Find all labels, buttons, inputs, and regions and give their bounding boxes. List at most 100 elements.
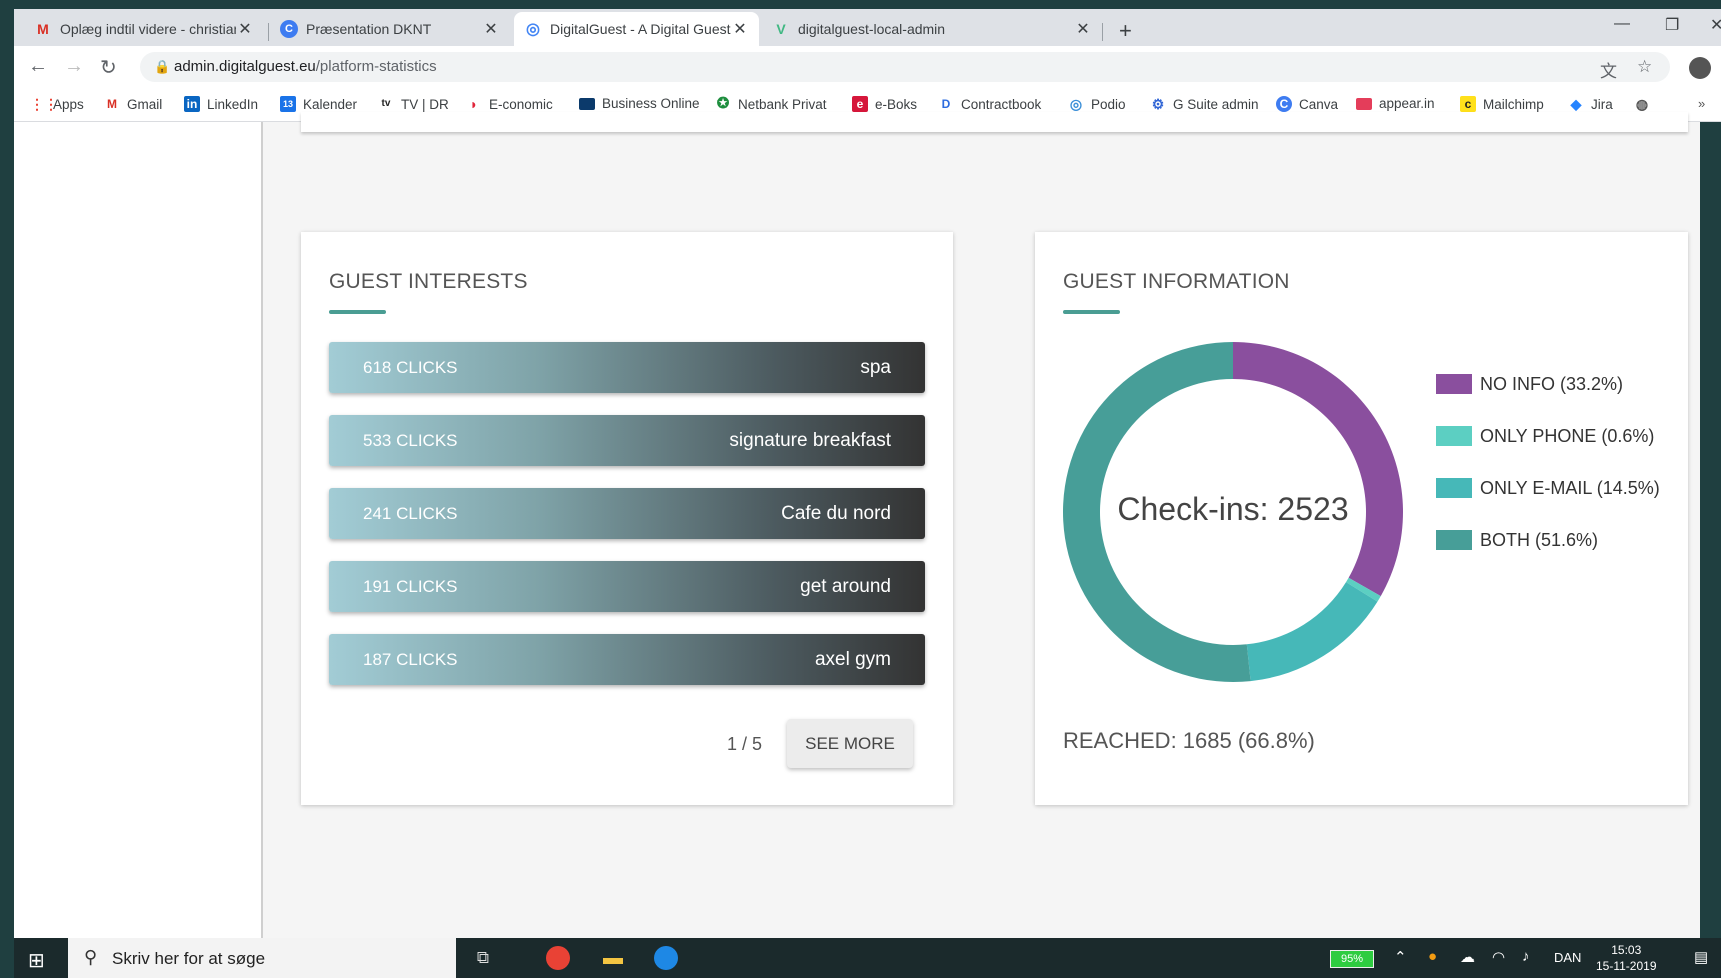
bookmark-mailchimp[interactable]: c Mailchimp — [1460, 96, 1544, 112]
tab-separator — [1102, 23, 1103, 41]
forward-icon[interactable]: → — [64, 55, 84, 78]
donut-slice[interactable] — [1233, 342, 1403, 597]
browser-toolbar: ← → ↻ 🔒 admin.digitalguest.eu/platform-s… — [14, 46, 1721, 88]
legend-swatch — [1436, 478, 1472, 498]
language-indicator[interactable]: DAN — [1554, 950, 1581, 965]
legend-swatch — [1436, 426, 1472, 446]
tab-gmail[interactable]: M Oplæg indtil videre - christian@d ✕ — [24, 12, 264, 46]
tv-icon: tv — [381, 98, 391, 109]
bookmark-kalender[interactable]: 13 Kalender — [280, 96, 357, 112]
tab-title: Oplæg indtil videre - christian@d — [60, 21, 236, 37]
tab-digitalguest[interactable]: ◎ DigitalGuest - A Digital Guestbo ✕ — [514, 12, 759, 46]
legend-item[interactable]: BOTH (51.6%) — [1436, 528, 1598, 552]
browser-tab-strip: M Oplæg indtil videre - christian@d ✕ C … — [14, 9, 1721, 46]
interest-row[interactable]: 618 CLICKS spa — [329, 342, 925, 393]
bookmark-label: G Suite admin — [1173, 96, 1259, 112]
bookmark-label: Jira — [1591, 96, 1613, 112]
guest-interests-card: GUEST INTERESTS 618 CLICKS spa 533 CLICK… — [301, 232, 953, 805]
bookmark-label: Mailchimp — [1483, 96, 1544, 112]
bookmark-gmail[interactable]: M Gmail — [104, 96, 162, 112]
bookmark-label: Business Online — [602, 96, 700, 111]
bookmark-canva[interactable]: C Canva — [1276, 96, 1338, 112]
task-view-icon[interactable]: ⧉ — [470, 946, 496, 970]
see-more-button[interactable]: SEE MORE — [787, 719, 913, 768]
app-icon[interactable] — [654, 946, 678, 970]
tray-app-icon[interactable]: ● — [1428, 948, 1437, 965]
volume-icon[interactable]: ♪ — [1522, 948, 1530, 965]
legend-label: BOTH (51.6%) — [1480, 529, 1599, 550]
tab-separator — [268, 23, 269, 41]
new-tab-button[interactable]: + — [1119, 18, 1132, 44]
back-icon[interactable]: ← — [28, 55, 48, 78]
bookmark-netbank[interactable]: ✪ Netbank Privat — [715, 96, 827, 112]
app-sidebar — [14, 122, 263, 938]
bookmark-label: appear.in — [1379, 96, 1435, 111]
donut-center-label: Check-ins: 2523 — [1117, 491, 1348, 527]
tab-title: digitalguest-local-admin — [798, 21, 946, 37]
tab-presentation[interactable]: C Præsentation DKNT ✕ — [270, 12, 510, 46]
bookmark-podio[interactable]: ◎ Podio — [1068, 96, 1126, 112]
legend-item[interactable]: ONLY E-MAIL (14.5%) — [1436, 476, 1660, 500]
search-icon: ⚲ — [84, 947, 98, 967]
e-conomic-icon: ◗ — [469, 96, 479, 112]
reached-stat: REACHED: 1685 (66.8%) — [1063, 728, 1315, 753]
notifications-icon[interactable]: ▤ — [1694, 948, 1708, 966]
legend-item[interactable]: NO INFO (33.2%) — [1436, 372, 1623, 396]
interest-row[interactable]: 191 CLICKS get around — [329, 561, 925, 612]
bookmark-e-conomic[interactable]: ◗ E-conomic — [466, 96, 553, 112]
chrome-icon[interactable] — [546, 946, 570, 970]
gmail-icon: M — [37, 21, 49, 37]
vue-icon: V — [776, 21, 786, 37]
close-icon[interactable]: ✕ — [236, 19, 254, 39]
tab-local-admin[interactable]: V digitalguest-local-admin ✕ — [762, 12, 1102, 46]
desktop-background-left — [0, 0, 14, 978]
star-icon[interactable]: ☆ — [1637, 57, 1652, 77]
bookmarks-overflow[interactable]: » — [1698, 96, 1705, 111]
windows-start-icon[interactable]: ⊞ — [28, 948, 45, 973]
card-title: GUEST INFORMATION — [1063, 270, 1290, 293]
interest-clicks: 191 CLICKS — [363, 577, 458, 596]
reload-icon[interactable]: ↻ — [100, 55, 117, 80]
bookmark-jira[interactable]: ◆ Jira — [1568, 96, 1613, 112]
profile-avatar[interactable] — [1689, 57, 1711, 79]
chevron-up-icon[interactable]: ⌃ — [1394, 948, 1407, 966]
file-explorer-icon[interactable]: ▬ — [600, 946, 626, 970]
linkedin-icon: in — [184, 96, 200, 112]
legend-item[interactable]: ONLY PHONE (0.6%) — [1436, 424, 1654, 448]
bookmark-apps[interactable]: ⋮⋮ Apps — [30, 96, 84, 112]
taskbar-search[interactable]: ⚲ Skriv her for at søge — [68, 938, 456, 978]
close-icon[interactable]: ✕ — [482, 19, 500, 39]
bookmark-linkedin[interactable]: in LinkedIn — [184, 96, 258, 112]
close-icon[interactable]: ✕ — [1074, 19, 1092, 39]
bookmark-business-online[interactable]: Business Online — [579, 96, 700, 111]
title-underline — [1063, 310, 1120, 314]
address-bar[interactable]: 🔒 admin.digitalguest.eu/platform-statist… — [140, 52, 1670, 82]
interest-row[interactable]: 533 CLICKS signature breakfast — [329, 415, 925, 466]
url-host: admin.digitalguest.eu — [174, 58, 316, 75]
restore-icon[interactable]: ❐ — [1665, 15, 1679, 35]
gear-icon: ⚙ — [1151, 96, 1165, 112]
bookmark-tv-dr[interactable]: tv TV | DR — [378, 96, 449, 112]
bookmark-e-boks[interactable]: e e-Boks — [852, 96, 917, 112]
minimize-icon[interactable]: — — [1614, 15, 1630, 33]
url-path: /platform-statistics — [315, 58, 437, 75]
window-close-icon[interactable]: ✕ — [1710, 15, 1721, 35]
legend-label: ONLY PHONE (0.6%) — [1480, 425, 1655, 446]
interest-row[interactable]: 241 CLICKS Cafe du nord — [329, 488, 925, 539]
close-icon[interactable]: ✕ — [731, 19, 749, 39]
legend-label: NO INFO (33.2%) — [1480, 373, 1624, 394]
bookmark-contractbook[interactable]: D Contractbook — [938, 96, 1042, 112]
bookmark-globe[interactable]: ◍ — [1634, 96, 1657, 112]
card-title: GUEST INTERESTS — [329, 270, 528, 293]
battery-indicator[interactable]: 95% — [1330, 950, 1374, 968]
donut-slice[interactable] — [1246, 582, 1378, 682]
taskbar-clock[interactable]: 15:03 15-11-2019 — [1596, 942, 1657, 974]
cloud-icon[interactable]: ☁ — [1460, 948, 1475, 966]
interest-row[interactable]: 187 CLICKS axel gym — [329, 634, 925, 685]
translate-icon[interactable]: 文 — [1600, 57, 1617, 82]
wifi-icon[interactable]: ◠ — [1492, 948, 1505, 966]
bookmark-gsuite[interactable]: ⚙ G Suite admin — [1150, 96, 1259, 112]
bookmark-appear-in[interactable]: appear.in — [1356, 96, 1435, 111]
jira-icon: ◆ — [1570, 96, 1582, 112]
e-boks-icon: e — [852, 96, 868, 112]
